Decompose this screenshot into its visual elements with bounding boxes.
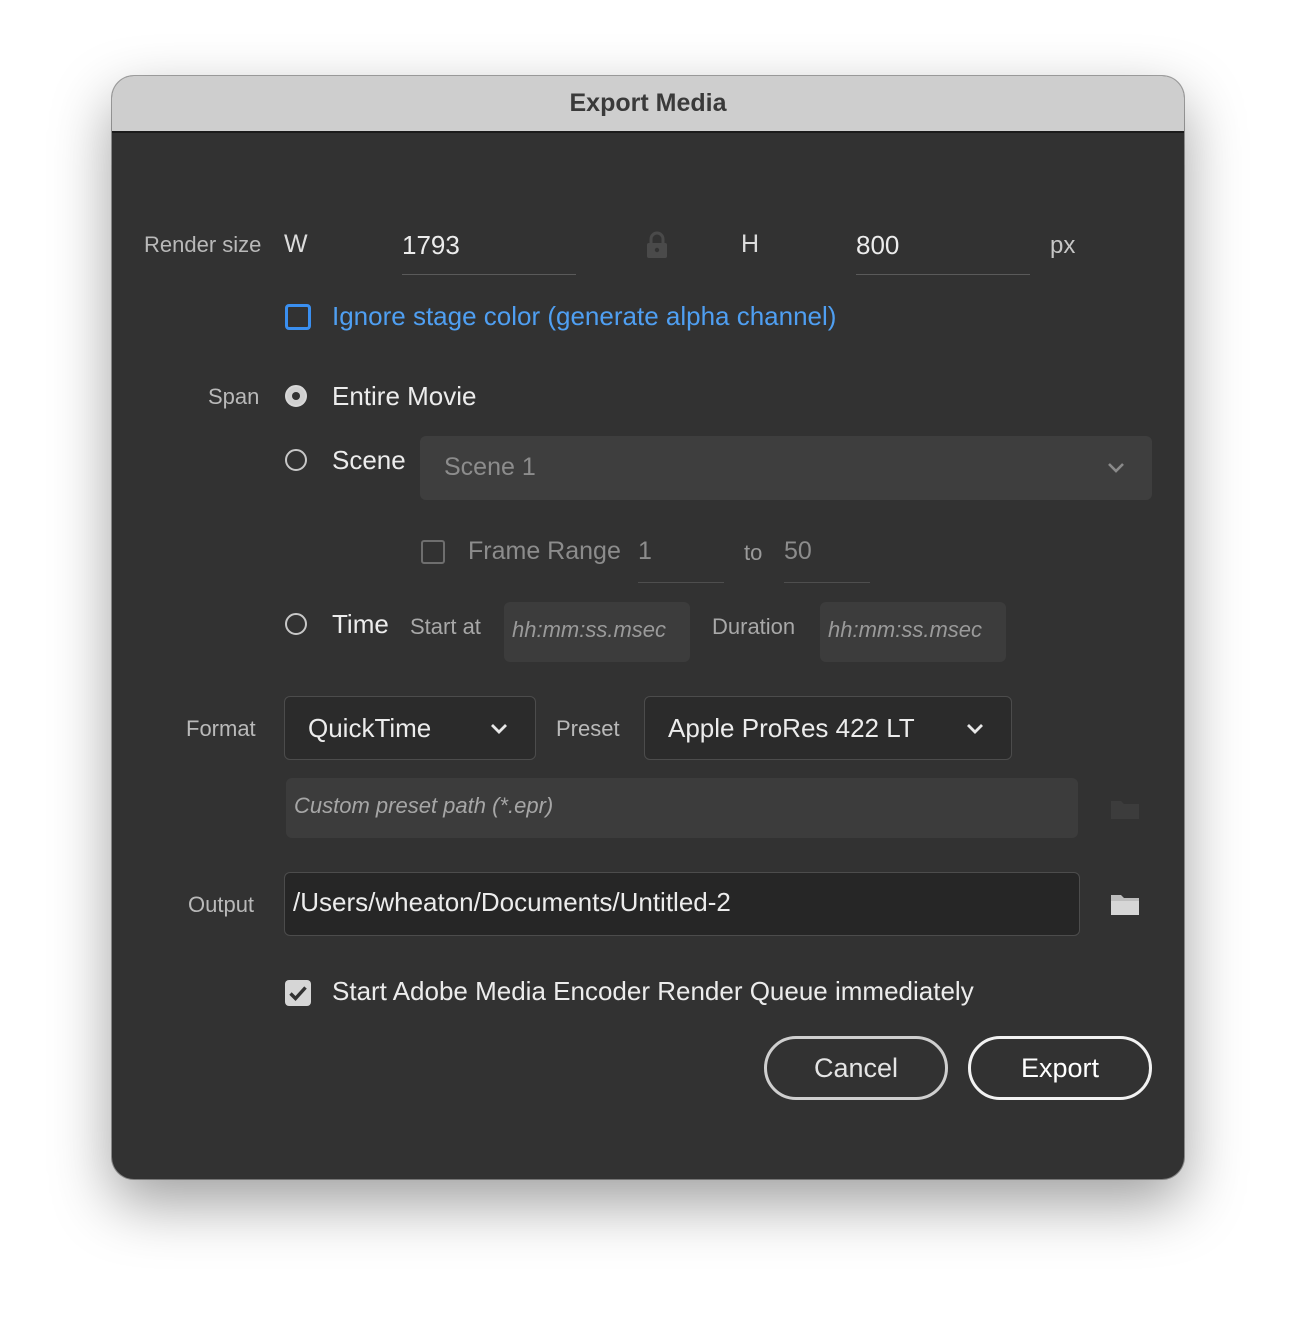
scene-label[interactable]: Scene	[332, 445, 406, 476]
preset-value: Apple ProRes 422 LT	[668, 713, 915, 743]
chevron-down-icon	[967, 724, 983, 734]
export-button[interactable]: Export	[968, 1036, 1152, 1100]
export-media-dialog: Export Media Render size W 1793 H 800 px…	[112, 76, 1184, 1179]
width-input[interactable]: 1793	[402, 228, 576, 275]
start-at-input[interactable]: hh:mm:ss.msec	[504, 602, 690, 662]
frame-range-to-label: to	[744, 540, 763, 565]
unit-label: px	[1050, 232, 1076, 259]
checkmark-icon	[289, 986, 307, 1001]
preset-label: Preset	[556, 716, 620, 741]
ignore-stage-checkbox[interactable]	[285, 304, 311, 330]
entire-movie-label[interactable]: Entire Movie	[332, 381, 477, 412]
time-radio[interactable]	[285, 613, 307, 635]
start-at-label: Start at	[410, 614, 481, 639]
span-label: Span	[208, 384, 260, 409]
start-queue-label[interactable]: Start Adobe Media Encoder Render Queue i…	[332, 976, 974, 1007]
time-label[interactable]: Time	[332, 609, 389, 640]
render-size-label: Render size	[144, 232, 262, 257]
output-label: Output	[188, 892, 255, 917]
frame-range-label[interactable]: Frame Range	[468, 537, 621, 566]
entire-movie-radio[interactable]	[285, 385, 307, 407]
dialog-title: Export Media	[569, 89, 727, 117]
duration-input[interactable]: hh:mm:ss.msec	[820, 602, 1006, 662]
frame-range-to-input[interactable]: 50	[784, 534, 870, 583]
duration-label: Duration	[712, 614, 796, 639]
height-label: H	[741, 230, 760, 258]
preset-dropdown[interactable]: Apple ProRes 422 LT	[644, 696, 1012, 760]
scene-dropdown-value: Scene 1	[444, 453, 536, 481]
title-bar: Export Media	[112, 76, 1184, 133]
frame-range-checkbox[interactable]	[421, 540, 445, 564]
lock-icon[interactable]	[644, 230, 670, 260]
start-queue-checkbox[interactable]	[285, 980, 311, 1006]
format-dropdown[interactable]: QuickTime	[284, 696, 536, 760]
format-value: QuickTime	[308, 713, 432, 743]
chevron-down-icon	[491, 724, 507, 734]
format-label: Format	[186, 716, 256, 741]
scene-dropdown[interactable]: Scene 1	[420, 436, 1152, 500]
custom-preset-path-input[interactable]: Custom preset path (*.epr)	[286, 778, 1078, 838]
height-input[interactable]: 800	[856, 228, 1030, 275]
cancel-button[interactable]: Cancel	[764, 1036, 948, 1100]
ignore-stage-label[interactable]: Ignore stage color (generate alpha chann…	[332, 301, 836, 332]
scene-radio[interactable]	[285, 449, 307, 471]
folder-icon[interactable]	[1110, 796, 1140, 820]
frame-range-from-input[interactable]: 1	[638, 534, 724, 583]
folder-icon[interactable]	[1110, 892, 1140, 916]
chevron-down-icon	[1108, 463, 1124, 473]
width-label: W	[284, 230, 308, 258]
output-path-input[interactable]: /Users/wheaton/Documents/Untitled-2	[284, 872, 1080, 936]
